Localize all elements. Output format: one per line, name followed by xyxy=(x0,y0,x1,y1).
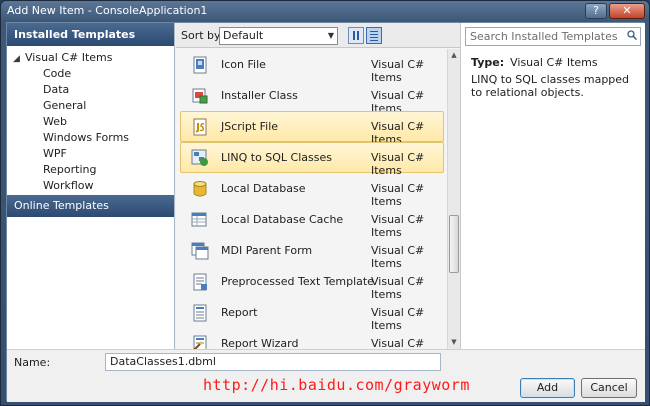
template-details-panel: Search Installed Templates Type: Visual C… xyxy=(460,23,645,349)
linq-to-sql-icon xyxy=(191,149,208,166)
jscript-file-icon xyxy=(193,118,207,136)
add-button[interactable]: Add xyxy=(520,378,575,398)
installer-class-icon xyxy=(192,88,208,104)
chevron-down-icon: ▼ xyxy=(327,31,334,40)
online-templates-header[interactable]: Online Templates xyxy=(7,195,174,217)
template-row[interactable]: LINQ to SQL Classes Visual C# Items xyxy=(180,142,444,177)
bottom-bar: Name: DataClasses1.dbml http://hi.baidu.… xyxy=(7,349,645,402)
template-row[interactable]: Preprocessed Text Template Visual C# Ite… xyxy=(180,266,444,301)
collapse-arrow-icon[interactable]: ◢ xyxy=(13,51,25,67)
watermark-text: http://hi.baidu.com/grayworm xyxy=(203,376,470,394)
tree-root-visual-csharp[interactable]: ◢ Visual C# Items xyxy=(13,50,113,66)
template-name: LINQ to SQL Classes xyxy=(221,151,332,164)
name-label: Name: xyxy=(14,356,51,369)
search-installed-templates-input[interactable]: Search Installed Templates xyxy=(465,27,641,46)
list-view-button[interactable] xyxy=(366,27,382,44)
template-list: Icon File Visual C# Items Installer Clas… xyxy=(176,49,446,349)
template-name: Report xyxy=(221,306,258,319)
template-row[interactable]: JScript File Visual C# Items xyxy=(180,111,444,146)
tree-root-label: Visual C# Items xyxy=(25,51,113,64)
tree-item-workflow[interactable]: Workflow xyxy=(43,178,94,194)
text-template-icon xyxy=(193,273,207,291)
report-icon xyxy=(193,304,207,322)
template-name: Local Database Cache xyxy=(221,213,344,226)
cancel-button[interactable]: Cancel xyxy=(581,378,637,398)
template-name: MDI Parent Form xyxy=(221,244,313,257)
tree-item-code[interactable]: Code xyxy=(43,66,71,82)
mdi-parent-form-icon xyxy=(191,242,209,260)
tree-item-data[interactable]: Data xyxy=(43,82,69,98)
template-name: Installer Class xyxy=(221,89,298,102)
local-database-icon xyxy=(193,181,207,197)
search-icon[interactable] xyxy=(627,30,637,40)
template-name: Preprocessed Text Template xyxy=(221,275,374,288)
template-row[interactable]: Icon File Visual C# Items xyxy=(180,49,444,84)
template-row[interactable]: Local Database Cache Visual C# Items xyxy=(180,204,444,239)
sort-by-select[interactable]: Default ▼ xyxy=(219,27,338,45)
template-name: Icon File xyxy=(221,58,266,71)
window-title: Add New Item - ConsoleApplication1 xyxy=(7,4,208,17)
template-tree-panel: Installed Templates ◢ Visual C# Items Cod… xyxy=(7,23,175,349)
close-button[interactable]: ✕ xyxy=(609,3,645,19)
medium-icons-view-button[interactable] xyxy=(348,27,364,44)
tree-item-web[interactable]: Web xyxy=(43,114,67,130)
sort-bar: Sort by: Default ▼ xyxy=(176,23,460,48)
sort-by-value: Default xyxy=(223,29,264,42)
template-category: Visual C# Items xyxy=(371,337,425,349)
template-row[interactable]: Local Database Visual C# Items xyxy=(180,173,444,208)
tree-item-windows-forms[interactable]: Windows Forms xyxy=(43,130,129,146)
tree-item-general[interactable]: General xyxy=(43,98,86,114)
name-input[interactable]: DataClasses1.dbml xyxy=(105,353,441,371)
template-name: Report Wizard xyxy=(221,337,299,349)
template-row[interactable]: MDI Parent Form Visual C# Items xyxy=(180,235,444,270)
tree-item-wpf[interactable]: WPF xyxy=(43,146,67,162)
type-value: Visual C# Items xyxy=(510,56,598,69)
template-name: JScript File xyxy=(221,120,279,133)
template-name: Local Database xyxy=(221,182,306,195)
tree-item-reporting[interactable]: Reporting xyxy=(43,162,96,178)
template-type-line: Type: Visual C# Items xyxy=(471,56,598,69)
template-row[interactable]: Installer Class Visual C# Items xyxy=(180,80,444,115)
help-button[interactable]: ? xyxy=(585,3,607,19)
sort-by-label: Sort by: xyxy=(181,29,224,42)
scroll-up-icon[interactable]: ▲ xyxy=(448,49,460,62)
template-list-panel: Sort by: Default ▼ Icon File Visual C# I… xyxy=(176,23,460,349)
template-row[interactable]: Report Visual C# Items xyxy=(180,297,444,332)
scroll-down-icon[interactable]: ▼ xyxy=(448,336,460,349)
local-database-cache-icon xyxy=(191,212,207,227)
add-new-item-dialog: Add New Item - ConsoleApplication1 ? ✕ I… xyxy=(0,0,650,406)
search-placeholder: Search Installed Templates xyxy=(470,30,618,43)
title-bar: Add New Item - ConsoleApplication1 ? ✕ xyxy=(1,1,649,21)
dialog-content: Installed Templates ◢ Visual C# Items Cod… xyxy=(6,22,645,402)
type-label: Type: xyxy=(471,56,505,69)
installed-templates-header[interactable]: Installed Templates xyxy=(7,23,174,46)
icon-file-icon xyxy=(193,56,207,74)
template-description: LINQ to SQL classes mapped to relational… xyxy=(471,73,630,99)
template-list-scrollbar[interactable]: ▲ ▼ xyxy=(447,49,460,349)
report-wizard-icon xyxy=(193,335,207,349)
template-row[interactable]: Report Wizard Visual C# Items xyxy=(180,328,444,349)
scrollbar-thumb[interactable] xyxy=(449,215,459,273)
